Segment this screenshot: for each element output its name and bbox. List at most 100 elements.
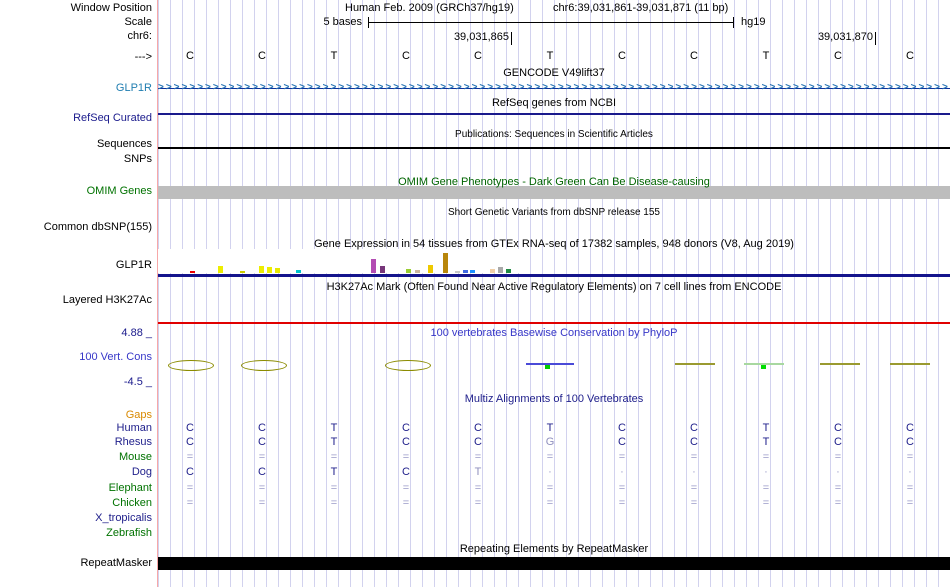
multiz-base: = xyxy=(690,451,698,463)
track-title-repeatmasker: Repeating Elements by RepeatMasker xyxy=(459,543,649,555)
gtex-tissue-bar[interactable] xyxy=(296,270,301,273)
gtex-tissue-bar[interactable] xyxy=(498,267,503,273)
multiz-base: · xyxy=(548,466,552,478)
gtex-tissue-bar[interactable] xyxy=(240,271,245,273)
track-title-h3k27ac: H3K27Ac Mark (Often Found Near Active Re… xyxy=(326,281,782,293)
multiz-base: = xyxy=(690,497,698,509)
multiz-base: C xyxy=(402,436,410,448)
multiz-base: = xyxy=(834,482,842,494)
h3k27ac-baseline[interactable] xyxy=(158,322,950,324)
gtex-tissue-bar[interactable] xyxy=(443,253,448,273)
scale-ruler-line xyxy=(368,22,734,23)
multiz-species-label-x_tropicalis[interactable]: X_tropicalis xyxy=(95,512,152,524)
window-position-label: Window Position xyxy=(70,2,152,14)
multiz-base: = xyxy=(258,497,266,509)
gtex-tissue-bar[interactable] xyxy=(463,270,468,273)
multiz-species-label-gaps[interactable]: Gaps xyxy=(126,409,152,421)
multiz-base: · xyxy=(764,466,768,478)
multiz-base: T xyxy=(762,436,770,448)
track-label-common-dbsnp[interactable]: Common dbSNP(155) xyxy=(44,221,152,233)
coordinate-left-tick xyxy=(511,32,512,45)
reference-base: C xyxy=(618,50,626,62)
cons-max-value: 4.88 _ xyxy=(121,327,152,339)
conservation-glyph[interactable] xyxy=(168,359,214,371)
gtex-tissue-bar[interactable] xyxy=(470,270,475,273)
multiz-species-label-zebrafish[interactable]: Zebrafish xyxy=(106,527,152,539)
gtex-tissue-bar[interactable] xyxy=(259,266,264,273)
conservation-glyph[interactable] xyxy=(675,363,715,365)
conservation-glyph[interactable] xyxy=(890,363,930,365)
multiz-base: = xyxy=(834,451,842,463)
multiz-base: = xyxy=(906,497,914,509)
gtex-tissue-bar[interactable] xyxy=(275,268,280,273)
gtex-tissue-bar[interactable] xyxy=(267,267,272,273)
track-label-refseq-curated[interactable]: RefSeq Curated xyxy=(73,112,152,124)
gtex-tissue-bar[interactable] xyxy=(406,269,411,273)
multiz-species-label-mouse[interactable]: Mouse xyxy=(119,451,152,463)
track-label-layered-h3k27ac[interactable]: Layered H3K27Ac xyxy=(63,294,152,306)
track-label-snps[interactable]: SNPs xyxy=(124,153,152,165)
multiz-base: = xyxy=(618,451,626,463)
track-label-100-vert-cons[interactable]: 100 Vert. Cons xyxy=(79,351,152,363)
gtex-tissue-bar[interactable] xyxy=(371,259,376,273)
multiz-base: = xyxy=(474,451,482,463)
track-label-repeatmasker[interactable]: RepeatMasker xyxy=(80,557,152,569)
multiz-base: C xyxy=(834,422,842,434)
multiz-base: C xyxy=(474,422,482,434)
gtex-gene-model-line[interactable] xyxy=(158,274,950,277)
track-title-gencode: GENCODE V49lift37 xyxy=(503,67,605,79)
refseq-gene-line[interactable] xyxy=(158,113,950,115)
genome-browser-image: Window Position Human Feb. 2009 (GRCh37/… xyxy=(0,0,950,587)
gtex-tissue-bar[interactable] xyxy=(218,266,223,273)
track-label-omim-genes[interactable]: OMIM Genes xyxy=(87,185,152,197)
gtex-tissue-bar[interactable] xyxy=(415,270,420,273)
conservation-glyph[interactable] xyxy=(385,359,431,371)
multiz-base: C xyxy=(834,436,842,448)
track-label-sequences[interactable]: Sequences xyxy=(97,138,152,150)
track-label-glp1r-gencode[interactable]: GLP1R xyxy=(116,82,152,94)
genome-assembly-title: Human Feb. 2009 (GRCh37/hg19) xyxy=(345,2,514,14)
gtex-tissue-bar[interactable] xyxy=(506,269,511,273)
gtex-tissue-bar[interactable] xyxy=(190,271,195,273)
coordinate-right-tick xyxy=(875,32,876,45)
reference-base: T xyxy=(330,50,338,62)
repeatmasker-element-bar[interactable] xyxy=(158,557,950,570)
multiz-base: C xyxy=(186,436,194,448)
conservation-tick xyxy=(545,365,550,369)
multiz-base: = xyxy=(906,451,914,463)
track-label-glp1r-gtex[interactable]: GLP1R xyxy=(116,259,152,271)
conservation-glyph[interactable] xyxy=(526,363,574,365)
multiz-species-label-human[interactable]: Human xyxy=(117,422,152,434)
multiz-species-label-elephant[interactable]: Elephant xyxy=(109,482,152,494)
gtex-tissue-bar[interactable] xyxy=(455,271,460,273)
multiz-base: = xyxy=(762,451,770,463)
multiz-base: = xyxy=(690,482,698,494)
scale-label: Scale xyxy=(124,16,152,28)
coordinate-left: 39,031,865 xyxy=(453,31,509,43)
publications-sequence-item[interactable] xyxy=(158,147,950,149)
multiz-base: = xyxy=(402,497,410,509)
reference-base: C xyxy=(474,50,482,62)
track-title-omim: OMIM Gene Phenotypes - Dark Green Can Be… xyxy=(398,176,710,188)
multiz-base: = xyxy=(330,497,338,509)
multiz-base: C xyxy=(258,466,266,478)
track-title-refseq: RefSeq genes from NCBI xyxy=(491,97,617,109)
cons-min-value: -4.5 _ xyxy=(123,376,152,388)
gtex-tissue-bar[interactable] xyxy=(428,265,433,273)
multiz-base: C xyxy=(258,436,266,448)
gtex-tissue-bar[interactable] xyxy=(380,266,385,273)
multiz-base: = xyxy=(546,451,554,463)
conservation-glyph[interactable] xyxy=(241,359,287,371)
gencode-transcript-arrows[interactable]: >>>>>>>>>>>>>>>>>>>>>>>>>>>>>>>>>>>>>>>>… xyxy=(158,82,950,94)
multiz-base: · xyxy=(908,466,912,478)
gtex-tissue-bar[interactable] xyxy=(490,269,495,273)
multiz-base: C xyxy=(402,466,410,478)
multiz-species-label-chicken[interactable]: Chicken xyxy=(112,497,152,509)
reference-base: C xyxy=(258,50,266,62)
multiz-base: C xyxy=(906,422,914,434)
conservation-glyph[interactable] xyxy=(820,363,860,365)
multiz-species-label-dog[interactable]: Dog xyxy=(132,466,152,478)
multiz-species-label-rhesus[interactable]: Rhesus xyxy=(115,436,152,448)
multiz-base: C xyxy=(186,422,194,434)
multiz-base: C xyxy=(186,466,194,478)
